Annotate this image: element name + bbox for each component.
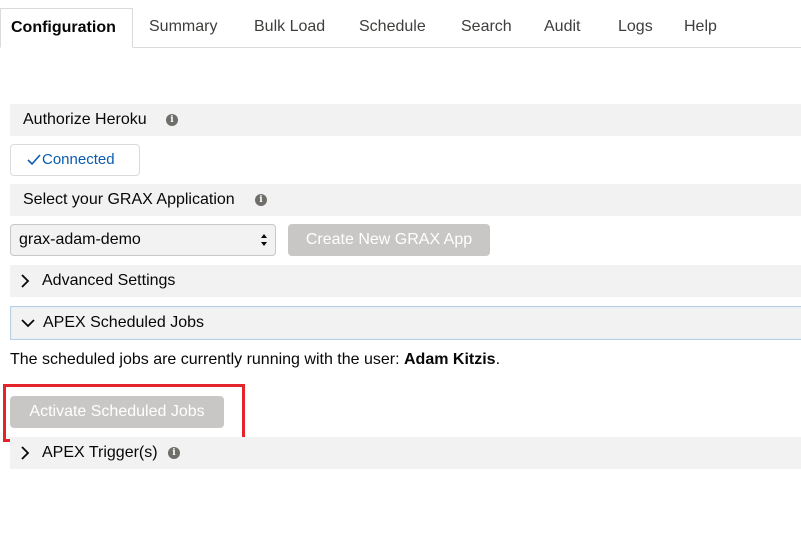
info-icon[interactable]: i (255, 194, 267, 206)
advanced-settings-header[interactable]: Advanced Settings (10, 265, 801, 297)
scheduled-jobs-user: Adam Kitzis (404, 351, 496, 368)
select-arrows-icon (261, 234, 267, 246)
grax-app-header: Select your GRAX Application i (10, 184, 801, 216)
grax-app-select[interactable]: grax-adam-demo (10, 224, 276, 256)
tab-summary[interactable]: Summary (149, 8, 217, 48)
tab-schedule[interactable]: Schedule (359, 8, 426, 48)
connected-label: Connected (42, 151, 115, 168)
scheduled-jobs-message-suffix: . (495, 351, 501, 368)
tab-configuration[interactable]: Configuration (0, 8, 133, 48)
tab-logs[interactable]: Logs (618, 8, 653, 48)
scheduled-jobs-message: The scheduled jobs are currently running… (10, 349, 500, 371)
chevron-right-icon (20, 265, 34, 297)
chevron-right-icon (20, 437, 34, 469)
apex-triggers-header[interactable]: APEX Trigger(s) i (10, 437, 801, 469)
grax-app-select-value: grax-adam-demo (19, 231, 141, 248)
info-icon[interactable]: i (168, 447, 180, 459)
tab-audit[interactable]: Audit (544, 8, 580, 48)
connected-button[interactable]: Connected (10, 144, 140, 176)
apex-triggers-title: APEX Trigger(s) (42, 444, 158, 461)
tab-bar: Configuration Summary Bulk Load Schedule… (0, 8, 801, 48)
tab-search[interactable]: Search (461, 8, 512, 48)
authorize-heroku-header: Authorize Heroku i (10, 104, 801, 136)
create-new-grax-app-button[interactable]: Create New GRAX App (288, 224, 490, 256)
authorize-heroku-title: Authorize Heroku (23, 111, 147, 128)
check-icon (27, 154, 41, 166)
apex-scheduled-jobs-title: APEX Scheduled Jobs (43, 314, 204, 331)
grax-app-title: Select your GRAX Application (23, 191, 235, 208)
advanced-settings-title: Advanced Settings (42, 272, 176, 289)
scheduled-jobs-message-text: The scheduled jobs are currently running… (10, 351, 404, 368)
chevron-down-icon (21, 307, 35, 339)
tab-bulk-load[interactable]: Bulk Load (254, 8, 325, 48)
highlight-box (3, 384, 245, 442)
info-icon[interactable]: i (166, 114, 178, 126)
tab-help[interactable]: Help (684, 8, 717, 48)
apex-scheduled-jobs-header[interactable]: APEX Scheduled Jobs (10, 306, 801, 340)
